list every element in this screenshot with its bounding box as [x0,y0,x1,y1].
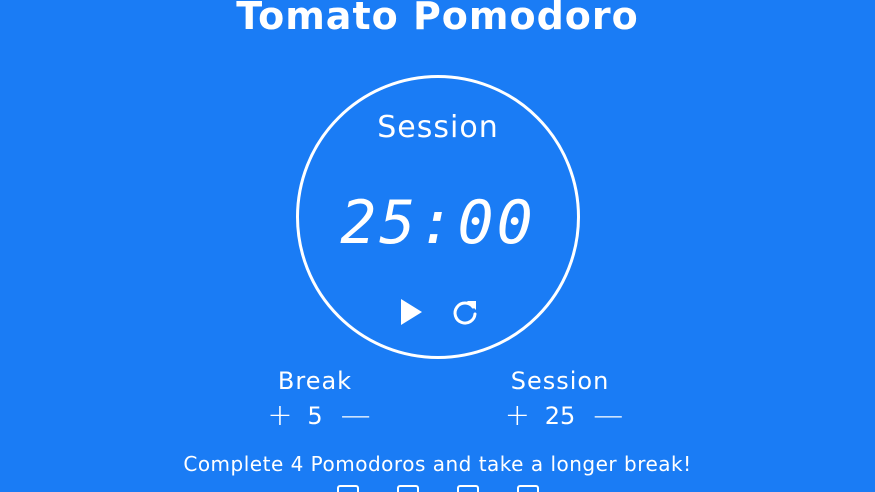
pomodoro-progress [0,485,875,492]
session-controls: + 25 — [485,401,635,431]
timer-circle: Session 25:00 [296,75,580,359]
reset-icon [453,301,477,325]
break-decrement-button[interactable]: — [341,401,371,431]
session-label: Session [510,367,610,395]
session-decrement-button[interactable]: — [593,401,623,431]
pomodoro-marker [336,485,359,492]
reset-button[interactable] [451,296,479,328]
pomodoro-marker [516,485,539,492]
session-increment-button[interactable]: + [505,401,530,431]
timer-label: Session [377,110,499,145]
play-button[interactable] [397,296,425,328]
break-increment-button[interactable]: + [267,401,292,431]
pomodoro-marker [456,485,479,492]
play-icon [401,299,422,325]
footer-message: Complete 4 Pomodoros and take a longer b… [183,452,692,476]
break-setting: Break + 5 — [240,365,390,431]
session-value: 25 [544,402,576,430]
timer-display: 25:00 [340,188,536,258]
break-value: 5 [307,402,323,430]
app-title: Tomato Pomodoro [236,0,639,38]
break-label: Break [277,367,353,395]
timer-controls [299,296,577,328]
session-setting: Session + 25 — [485,365,635,431]
break-controls: + 5 — [240,401,390,431]
pomodoro-app: Tomato Pomodoro Session 25:00 Break + 5 … [0,0,875,492]
pomodoro-marker [396,485,419,492]
